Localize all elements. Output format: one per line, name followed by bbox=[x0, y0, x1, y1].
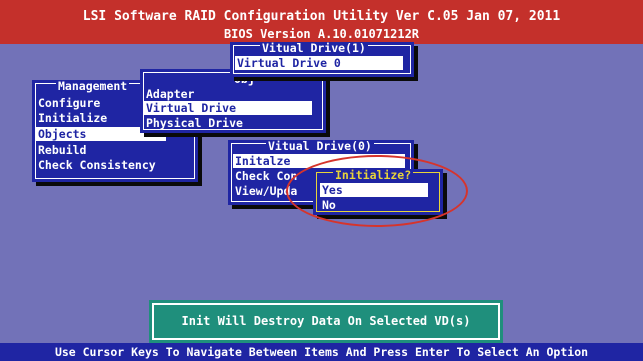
bios-version: BIOS Version A.10.01071212R bbox=[223, 27, 420, 41]
virtual-drive-menu-title: Vitual Drive(0) bbox=[266, 139, 374, 153]
menu-item-rebuild[interactable]: Rebuild bbox=[36, 143, 86, 157]
vd-item-check-consistency[interactable]: Check Con bbox=[233, 169, 297, 183]
warning-message-panel: Init Will Destroy Data On Selected VD(s) bbox=[149, 300, 503, 343]
highlight-oval bbox=[286, 155, 468, 227]
warning-message: Init Will Destroy Data On Selected VD(s) bbox=[181, 314, 471, 328]
utility-title: LSI Software RAID Configuration Utility … bbox=[82, 9, 561, 24]
title-bar: LSI Software RAID Configuration Utility … bbox=[0, 0, 643, 44]
menu-item-initialize[interactable]: Initialize bbox=[36, 111, 107, 125]
management-menu-title: Management bbox=[56, 79, 130, 93]
status-bar: Use Cursor Keys To Navigate Between Item… bbox=[0, 343, 643, 361]
virtual-drive-list-title: Vitual Drive(1) bbox=[260, 41, 368, 55]
bios-screen: LSI Software RAID Configuration Utility … bbox=[0, 0, 643, 361]
object-item-virtual-drive[interactable]: Virtual Drive bbox=[144, 101, 312, 115]
objects-menu: Obj Adapter Virtual Drive Physical Drive bbox=[140, 69, 326, 133]
menu-item-configure[interactable]: Configure bbox=[36, 96, 100, 110]
virtual-drive-list: Vitual Drive(1) Virtual Drive 0 bbox=[230, 42, 414, 77]
object-item-adapter[interactable]: Adapter bbox=[144, 87, 194, 101]
object-item-physical-drive[interactable]: Physical Drive bbox=[144, 116, 243, 130]
menu-item-check-consistency[interactable]: Check Consistency bbox=[36, 158, 156, 172]
virtual-drive-0-item[interactable]: Virtual Drive 0 bbox=[235, 56, 403, 70]
